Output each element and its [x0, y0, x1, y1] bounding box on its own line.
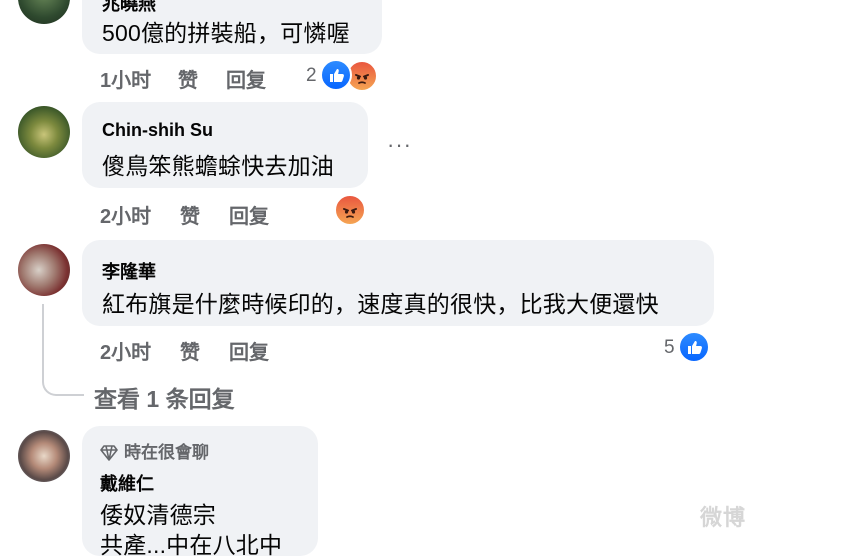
comment-bubble: Chin-shih Su 傻鳥笨熊蟾蜍快去加油: [82, 102, 368, 188]
top-fan-badge: 時在很會聊: [100, 438, 209, 466]
angry-icon[interactable]: [334, 194, 366, 226]
avatar[interactable]: [18, 106, 70, 158]
like-icon[interactable]: [320, 59, 352, 91]
badge-label: 時在很會聊: [124, 443, 209, 462]
comment-bubble: 兆曉燕 500億的拼裝船，可憐喔: [82, 0, 382, 54]
more-options-icon[interactable]: ···: [387, 132, 412, 158]
like-button[interactable]: 赞: [180, 200, 200, 229]
view-replies-link[interactable]: 查看 1 条回复: [94, 380, 235, 414]
reply-thread-line: [42, 304, 84, 396]
comment-timestamp[interactable]: 1小时: [100, 64, 151, 93]
comment-text: 紅布旗是什麼時候印的，速度真的很快，比我大便還快: [102, 291, 659, 317]
comment-author[interactable]: Chin-shih Su: [102, 120, 213, 141]
comment-text: 傻鳥笨熊蟾蜍快去加油: [102, 153, 334, 179]
comment-timestamp[interactable]: 2小时: [100, 336, 151, 365]
diamond-icon: [100, 445, 118, 466]
comment-author[interactable]: 李隆華: [102, 258, 156, 284]
like-button[interactable]: 赞: [180, 336, 200, 365]
reaction-count[interactable]: 2: [306, 65, 317, 87]
reply-button[interactable]: 回复: [229, 336, 269, 365]
comment-bubble: 李隆華 紅布旗是什麼時候印的，速度真的很快，比我大便還快: [82, 240, 714, 326]
comment-bubble: 時在很會聊 戴維仁 倭奴清德宗 共產...中在八北中: [82, 426, 318, 558]
comment-timestamp[interactable]: 2小时: [100, 200, 151, 229]
watermark-logo: 微博: [700, 505, 747, 530]
reply-button[interactable]: 回复: [229, 200, 269, 229]
comment-text-line2: 共產...中在八北中: [100, 532, 283, 558]
comment-text: 500億的拼裝船，可憐喔: [102, 20, 350, 46]
reply-button[interactable]: 回复: [226, 64, 266, 93]
reaction-count[interactable]: 5: [664, 337, 675, 359]
avatar[interactable]: [18, 244, 70, 296]
comment-text: 倭奴清德宗: [100, 502, 216, 528]
like-icon[interactable]: [678, 331, 710, 363]
like-button[interactable]: 赞: [178, 64, 198, 93]
avatar[interactable]: [18, 0, 70, 24]
avatar[interactable]: [18, 430, 70, 482]
comment-author[interactable]: 戴維仁: [100, 470, 154, 496]
